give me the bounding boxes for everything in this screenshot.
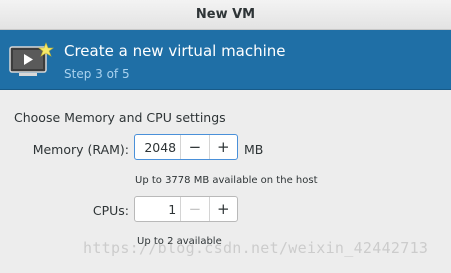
memory-hint: Up to 3778 MB available on the host xyxy=(135,175,318,186)
cpus-spinbutton[interactable]: 1 − + xyxy=(134,196,238,222)
cpus-decrement-button[interactable]: − xyxy=(180,197,208,221)
wizard-title: Create a new virtual machine xyxy=(64,42,286,60)
cpus-value[interactable]: 1 xyxy=(135,197,180,221)
wizard-header: Create a new virtual machine Step 3 of 5 xyxy=(0,30,451,90)
memory-label: Memory (RAM): xyxy=(32,142,129,157)
wizard-step: Step 3 of 5 xyxy=(64,67,130,81)
memory-decrement-button[interactable]: − xyxy=(180,135,208,159)
window-title: New VM xyxy=(195,7,256,22)
cpus-increment-button[interactable]: + xyxy=(208,197,237,221)
vm-monitor-icon xyxy=(9,42,54,76)
memory-increment-button[interactable]: + xyxy=(208,135,237,159)
memory-unit: MB xyxy=(244,142,264,157)
memory-value[interactable]: 2048 xyxy=(135,135,180,159)
cpus-label: CPUs: xyxy=(92,203,129,218)
watermark: https://blog.csdn.net/weixin_42442713 xyxy=(83,239,429,257)
memory-spinbutton[interactable]: 2048 − + xyxy=(134,134,238,160)
window-titlebar[interactable]: New VM xyxy=(0,0,451,30)
section-title: Choose Memory and CPU settings xyxy=(14,110,226,125)
